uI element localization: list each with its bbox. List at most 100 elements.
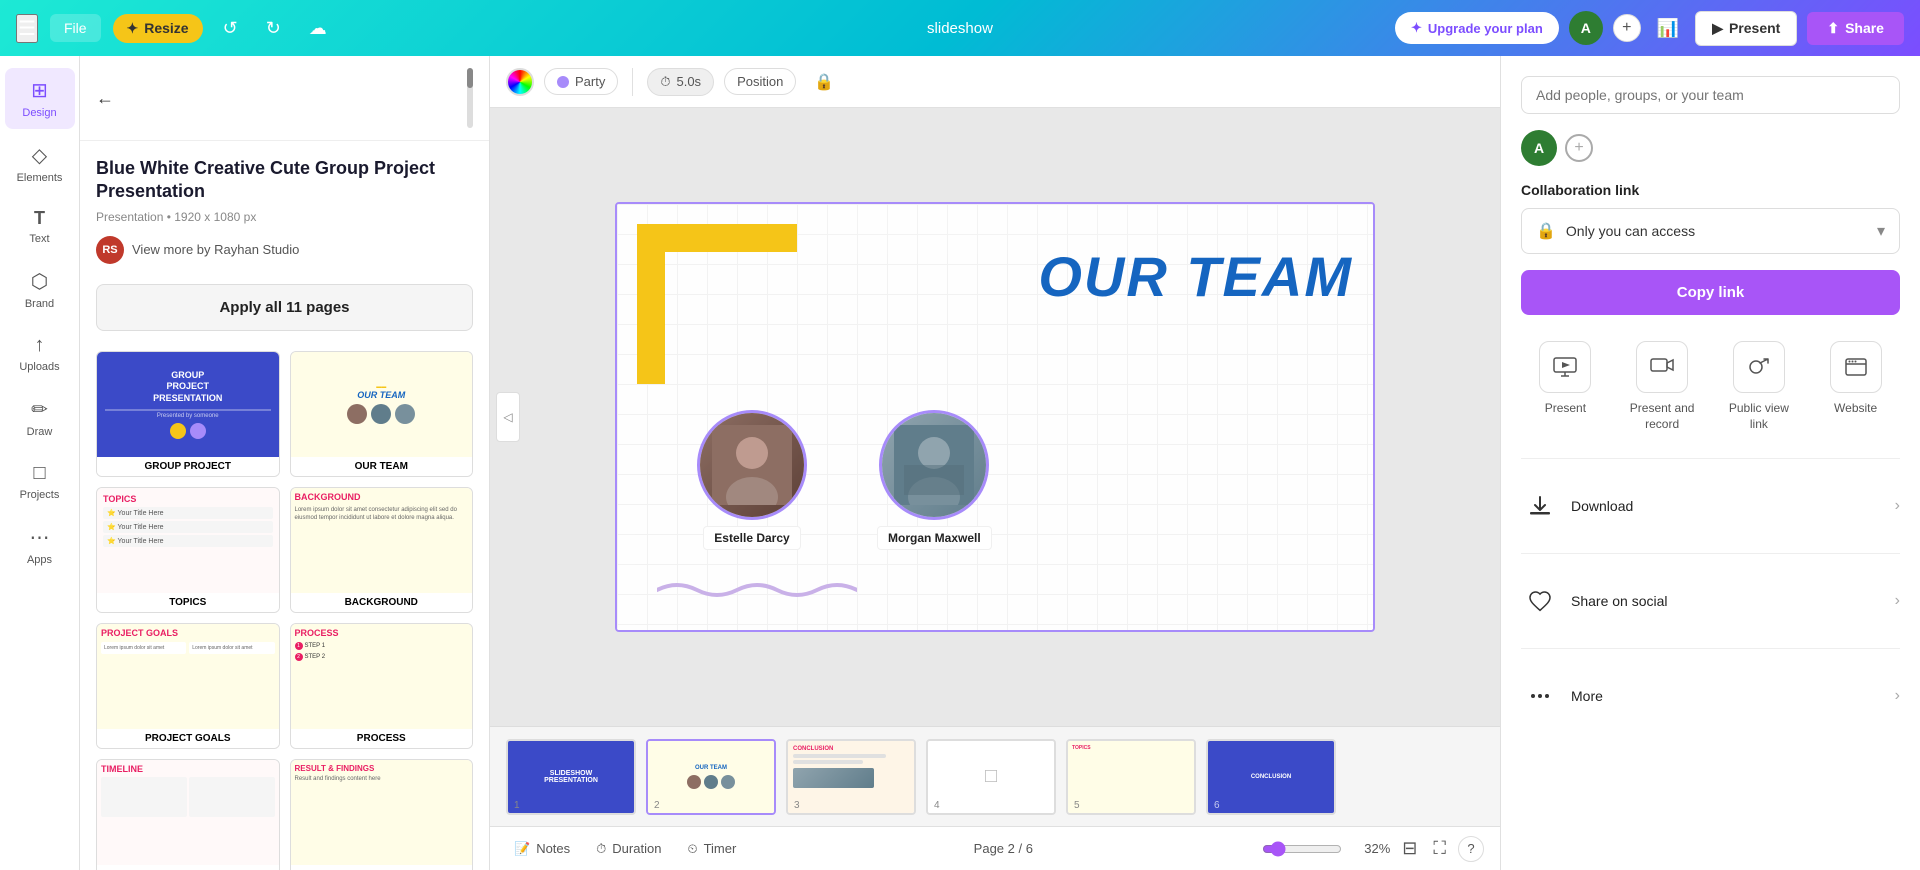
add-person-button[interactable]: + (1613, 14, 1641, 42)
collab-dropdown[interactable]: 🔒 Only you can access ▾ (1521, 208, 1900, 254)
menu-icon[interactable]: ☰ (16, 14, 38, 43)
share-label: Share (1845, 20, 1884, 36)
time-button[interactable]: ⏱ 5.0s (647, 68, 714, 96)
resize-button[interactable]: ✦ Resize (113, 14, 203, 43)
slide-thumb-3[interactable]: TOPICS ⭐ Your Title Here ⭐ Your Title He… (96, 487, 280, 613)
duration-button[interactable]: ⏱ Duration (588, 837, 669, 861)
filmstrip-slide-4[interactable]: □ 4 (926, 739, 1056, 815)
present-icon: ▶ (1712, 20, 1723, 37)
copy-link-button[interactable]: Copy link (1521, 270, 1900, 315)
avatar[interactable]: A (1569, 11, 1603, 45)
slide-thumb-5[interactable]: PROJECT GOALS Lorem ipsum dolor sit amet… (96, 623, 280, 749)
sidebar-item-uploads[interactable]: ↑ Uploads (5, 324, 75, 383)
filmstrip-slide-5[interactable]: TOPICS 5 (1066, 739, 1196, 815)
thumb3-item2: ⭐ Your Title Here (103, 521, 273, 533)
share-search-input[interactable] (1536, 87, 1885, 103)
lock-icon: 🔒 (1536, 221, 1556, 241)
author-link[interactable]: View more by Rayhan Studio (132, 242, 299, 257)
view-toggle-button[interactable]: ⊟ (1398, 834, 1421, 863)
slide-thumb-7[interactable]: TIMELINE TIMELINE (96, 759, 280, 870)
collab-title: Collaboration link (1521, 182, 1900, 198)
thumb7-title-label: TIMELINE (97, 865, 279, 870)
present-button[interactable]: ▶ Present (1695, 11, 1797, 46)
position-button[interactable]: Position (724, 68, 796, 95)
thumb1-title-label: GROUP PROJECT (97, 457, 279, 476)
notes-button[interactable]: 📝 Notes (506, 837, 578, 861)
download-label: Download (1571, 498, 1883, 514)
canvas-toolbar: Party ⏱ 5.0s Position 🔒 (490, 56, 1500, 108)
filmstrip-slide-6[interactable]: CONCLUSION 6 (1206, 739, 1336, 815)
share-action-present[interactable]: Present (1521, 331, 1610, 442)
theme-dot (557, 76, 569, 88)
share-avatar: A (1521, 130, 1557, 166)
present-action-icon (1539, 341, 1591, 393)
sidebar-item-apps[interactable]: ⋯ Apps (5, 515, 75, 576)
present-action-label: Present (1545, 401, 1586, 417)
filmstrip-slide-3[interactable]: CONCLUSION 3 (786, 739, 916, 815)
collab-access-text: Only you can access (1566, 223, 1867, 239)
share-button[interactable]: ⬆ Share (1807, 12, 1904, 45)
hide-panel-button[interactable]: ◁ (496, 392, 520, 442)
lock-button[interactable]: 🔒 (806, 68, 842, 96)
share-icon: ⬆ (1827, 20, 1839, 37)
slide-canvas: OUR TEAM Estelle D (615, 202, 1375, 632)
slide-yellow-shape (637, 224, 797, 384)
analytics-icon[interactable]: 📊 (1651, 14, 1685, 43)
sidebar-item-elements[interactable]: ◇ Elements (5, 133, 75, 194)
slide-thumb-2[interactable]: ▬▬ OUR TEAM OUR TEAM (290, 351, 474, 477)
back-button[interactable]: ← (96, 88, 114, 109)
share-add-person-button[interactable]: + (1565, 134, 1593, 162)
file-button[interactable]: File (50, 14, 101, 42)
upgrade-label: Upgrade your plan (1428, 21, 1543, 36)
thumb8-header: RESULT & FINDINGS (295, 764, 469, 773)
slide-thumb-6[interactable]: PROCESS 1STEP 1 2STEP 2 PROCESS (290, 623, 474, 749)
help-button[interactable]: ? (1458, 836, 1484, 862)
person2-circle (879, 410, 989, 520)
thumb3-item3: ⭐ Your Title Here (103, 535, 273, 547)
film1-title: SLIDESHOWPRESENTATION (544, 770, 598, 784)
design-icon: ⊞ (31, 78, 48, 103)
thumb6-title-label: PROCESS (291, 729, 473, 748)
slide-thumb-1[interactable]: GROUPPROJECTPRESENTATION Presented by so… (96, 351, 280, 477)
author-avatar: RS (96, 236, 124, 264)
theme-party-button[interactable]: Party (544, 68, 618, 95)
share-action-present-record[interactable]: Present and record (1618, 331, 1707, 442)
undo-button[interactable]: ↺ (215, 14, 246, 43)
upgrade-icon: ✦ (1411, 20, 1422, 36)
filmstrip-slide-2[interactable]: OUR TEAM 2 (646, 739, 776, 815)
slide-thumb-4[interactable]: BACKGROUND Lorem ipsum dolor sit amet co… (290, 487, 474, 613)
slide-thumb-8[interactable]: RESULT & FINDINGS Result and findings co… (290, 759, 474, 870)
color-wheel[interactable] (506, 68, 534, 96)
collab-chevron-icon: ▾ (1877, 221, 1885, 241)
social-chevron: › (1895, 592, 1900, 610)
sidebar-item-projects[interactable]: □ Projects (5, 452, 75, 511)
film6-number: 6 (1214, 800, 1220, 811)
sidebar-item-design[interactable]: ⊞ Design (5, 68, 75, 129)
redo-button[interactable]: ↻ (258, 14, 289, 43)
fullscreen-button[interactable]: ⛶ (1429, 834, 1450, 863)
design-panel-header: ← (80, 56, 489, 141)
icon-sidebar: ⊞ Design ◇ Elements T Text ⬡ Brand ↑ Upl… (0, 56, 80, 870)
share-divider-2 (1521, 553, 1900, 554)
upgrade-button[interactable]: ✦ Upgrade your plan (1395, 12, 1559, 44)
share-action-public-view[interactable]: Public view link (1715, 331, 1804, 442)
zoom-slider[interactable] (1262, 841, 1342, 857)
filmstrip-slide-1[interactable]: SLIDESHOWPRESENTATION 1 (506, 739, 636, 815)
person2-name: Morgan Maxwell (877, 526, 992, 550)
timer-button[interactable]: ⏲ Timer (679, 837, 744, 861)
theme-label: Party (575, 74, 605, 89)
draw-icon: ✏ (31, 397, 48, 422)
film4-number: 4 (934, 800, 940, 811)
sidebar-item-draw[interactable]: ✏ Draw (5, 387, 75, 448)
slide-person-2: Morgan Maxwell (877, 410, 992, 550)
share-action-website[interactable]: Website (1811, 331, 1900, 442)
apply-all-button[interactable]: Apply all 11 pages (96, 284, 473, 331)
share-option-download[interactable]: Download › (1521, 475, 1900, 537)
share-option-more[interactable]: More › (1521, 665, 1900, 727)
topbar-title: slideshow (927, 20, 993, 37)
share-option-social[interactable]: Share on social › (1521, 570, 1900, 632)
sidebar-item-brand[interactable]: ⬡ Brand (5, 259, 75, 320)
clock-icon: ⏱ (660, 74, 670, 90)
sidebar-item-text[interactable]: T Text (5, 198, 75, 255)
thumb2-header: OUR TEAM (357, 390, 405, 400)
